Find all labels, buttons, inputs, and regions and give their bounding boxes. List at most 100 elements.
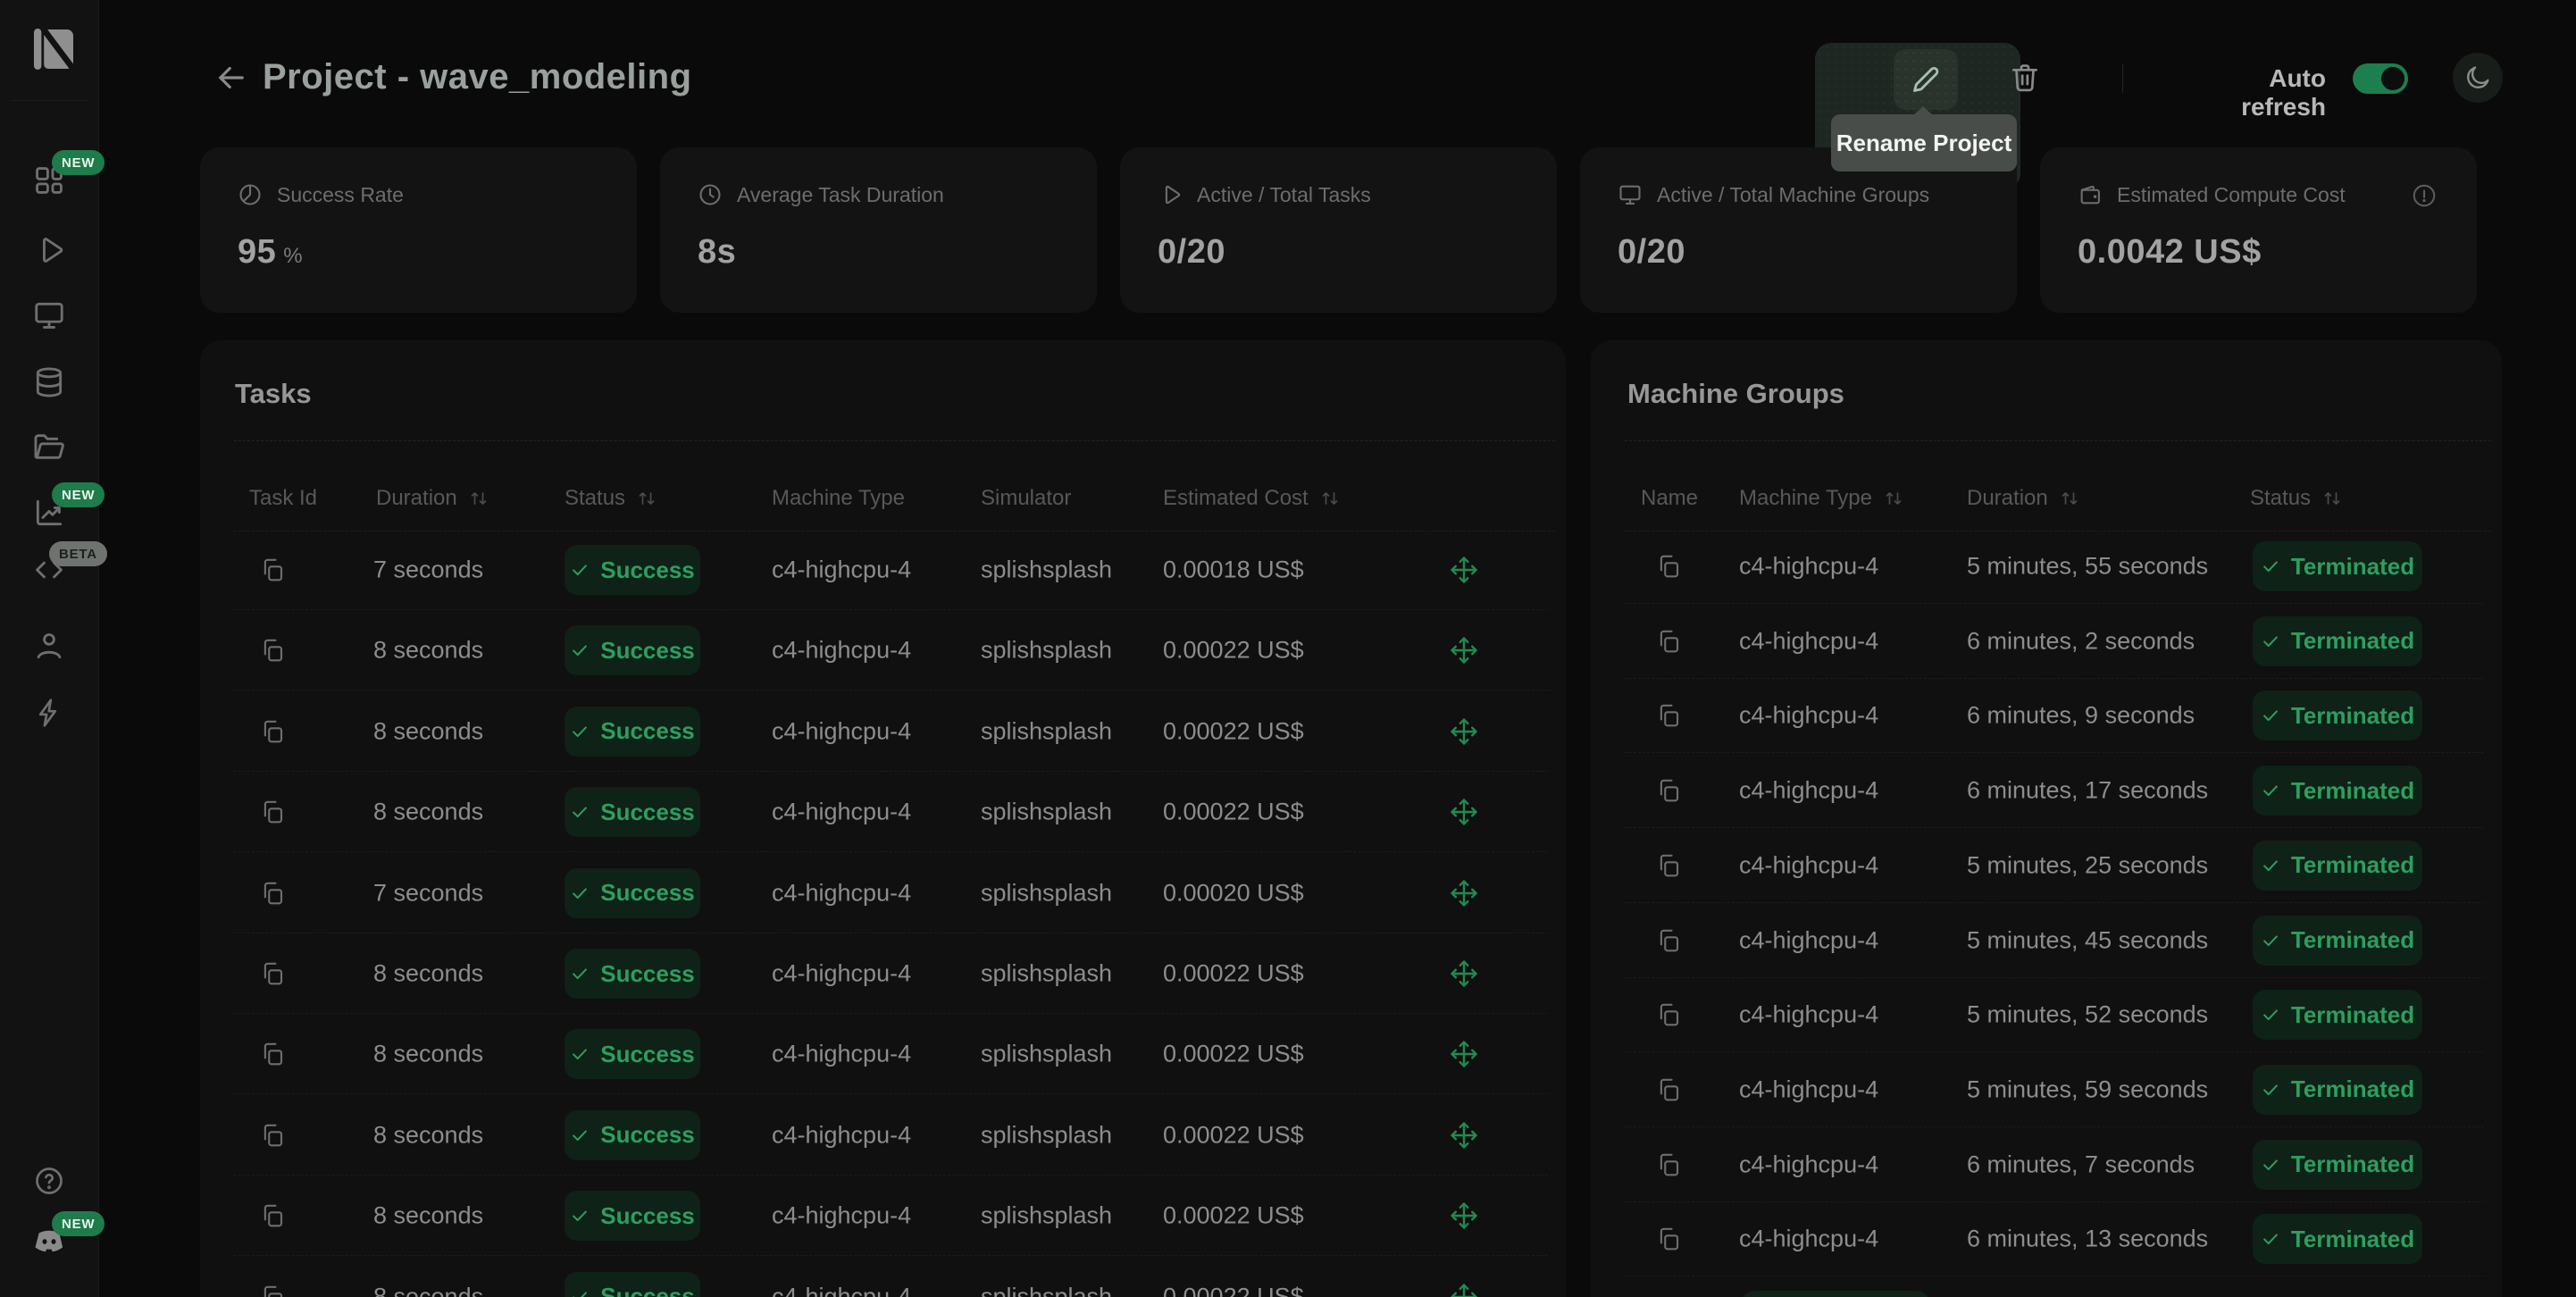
check-icon — [570, 1206, 590, 1226]
task-row[interactable]: 7 seconds Success c4-highcpu-4 splishspl… — [200, 853, 1566, 933]
machine-duration: 5 minutes, 25 seconds — [1967, 851, 2208, 879]
alert-circle-icon[interactable] — [2411, 182, 2438, 209]
back-button[interactable] — [213, 59, 250, 96]
copy-task-id-button[interactable] — [259, 960, 286, 987]
copy-task-id-button[interactable] — [259, 718, 286, 745]
task-row[interactable]: 8 seconds Success c4-highcpu-4 splishspl… — [200, 772, 1566, 852]
col-simulator: Simulator — [981, 486, 1071, 511]
copy-task-id-button[interactable] — [259, 880, 286, 907]
task-machine-type: c4-highcpu-4 — [772, 1121, 911, 1149]
task-machine-type: c4-highcpu-4 — [772, 637, 911, 665]
move-arrows-icon[interactable] — [1449, 1039, 1479, 1069]
col-machine-type[interactable]: Machine Type — [1739, 486, 1904, 511]
auto-refresh-toggle[interactable] — [2353, 63, 2408, 94]
tasks-table-header: Task Id Duration Status Machine Type Sim… — [200, 465, 1566, 531]
col-status[interactable]: Status — [565, 486, 657, 511]
sort-icon — [468, 488, 489, 509]
move-arrows-icon[interactable] — [1449, 797, 1479, 827]
rename-project-button[interactable] — [1894, 49, 1958, 110]
wallet-icon — [2078, 182, 2103, 207]
stat-value: 0/20 — [1158, 233, 1225, 272]
inductiva-logo[interactable] — [32, 23, 79, 75]
machine-group-row[interactable]: c4-highcpu-4 6 minutes, 17 seconds Termi… — [1591, 753, 2502, 828]
copy-task-id-button[interactable] — [259, 1122, 286, 1149]
task-row[interactable]: 8 seconds Success c4-highcpu-4 splishspl… — [200, 933, 1566, 1014]
sidebar-item-tasks[interactable] — [0, 232, 98, 268]
status-badge: Terminated — [2253, 766, 2422, 816]
copy-name-button[interactable] — [1655, 702, 1682, 729]
task-machine-type: c4-highcpu-4 — [772, 717, 911, 745]
sort-icon — [2059, 488, 2080, 509]
machine-group-row[interactable]: c4-highcpu-4 5 minutes, 25 seconds Termi… — [1591, 828, 2502, 903]
task-row[interactable]: 8 seconds Success c4-highcpu-4 splishspl… — [200, 691, 1566, 772]
copy-name-button[interactable] — [1655, 927, 1682, 954]
copy-task-id-button[interactable] — [259, 637, 286, 664]
copy-task-id-button[interactable] — [259, 1041, 286, 1067]
copy-name-button[interactable] — [1655, 777, 1682, 804]
col-duration[interactable]: Duration — [376, 486, 489, 511]
sidebar-item-account[interactable] — [0, 628, 98, 664]
copy-name-button[interactable] — [1655, 1151, 1682, 1178]
move-arrows-icon[interactable] — [1449, 878, 1479, 908]
theme-toggle-button[interactable] — [2453, 53, 2503, 103]
beta-badge: BETA — [49, 541, 107, 566]
check-icon — [2261, 781, 2280, 800]
move-arrows-icon[interactable] — [1449, 555, 1479, 585]
copy-task-id-button[interactable] — [259, 799, 286, 825]
task-duration: 8 seconds — [373, 1121, 483, 1149]
machine-duration: 6 minutes, 13 seconds — [1967, 1226, 2208, 1253]
sidebar-item-storage[interactable] — [0, 364, 98, 400]
delete-project-button[interactable] — [2008, 61, 2042, 95]
task-row[interactable]: 7 seconds Success c4-highcpu-4 splishspl… — [200, 530, 1566, 610]
task-simulator: splishsplash — [981, 717, 1112, 745]
copy-name-button[interactable] — [1655, 628, 1682, 655]
task-duration: 7 seconds — [373, 879, 483, 907]
machine-type: c4-highcpu-4 — [1739, 1075, 1878, 1103]
machine-group-row[interactable]: c4-highcpu-4 5 minutes, 55 seconds Termi… — [1591, 529, 2502, 604]
machine-group-row[interactable]: c4-highcpu-4 6 minutes, 9 seconds Termin… — [1591, 678, 2502, 753]
task-row[interactable]: 8 seconds Success c4-highcpu-4 splishspl… — [200, 610, 1566, 690]
moon-icon — [2463, 63, 2492, 92]
copy-name-button[interactable] — [1655, 1076, 1682, 1103]
help-circle-icon — [33, 1165, 65, 1197]
machine-group-row[interactable]: c4-highcpu-4 6 minutes, 7 seconds Termin… — [1591, 1127, 2502, 1202]
copy-name-button[interactable] — [1655, 1001, 1682, 1028]
task-estimated-cost: 0.00022 US$ — [1163, 1041, 1304, 1068]
move-arrows-icon[interactable] — [1449, 1120, 1479, 1151]
col-estimated-cost[interactable]: Estimated Cost — [1163, 486, 1341, 511]
trash-icon — [2008, 61, 2042, 95]
copy-task-id-button[interactable] — [259, 556, 286, 583]
copy-task-id-button[interactable] — [259, 1284, 286, 1297]
copy-name-button[interactable] — [1655, 553, 1682, 580]
sidebar-item-machine-groups[interactable] — [0, 297, 98, 333]
machine-group-row[interactable]: c4-highcpu-4 5 minutes, 52 seconds Termi… — [1591, 977, 2502, 1052]
machine-group-row[interactable]: c4-highcpu-4 5 minutes, 59 seconds Termi… — [1591, 1052, 2502, 1127]
status-badge: Success — [565, 545, 700, 595]
move-arrows-icon[interactable] — [1449, 1282, 1479, 1297]
copy-name-button[interactable] — [1655, 852, 1682, 879]
task-row[interactable]: 8 seconds Success c4-highcpu-4 splishspl… — [200, 1095, 1566, 1176]
task-simulator: splishsplash — [981, 799, 1112, 826]
status-badge: Terminated — [2253, 616, 2422, 666]
sidebar-item-quick-actions[interactable] — [0, 695, 98, 731]
move-arrows-icon[interactable] — [1449, 635, 1479, 665]
sidebar-item-projects[interactable] — [0, 429, 98, 464]
task-row[interactable]: 8 seconds Success c4-highcpu-4 splishspl… — [200, 1176, 1566, 1256]
col-status[interactable]: Status — [2250, 486, 2343, 511]
task-row[interactable]: 8 seconds Success c4-highcpu-4 splishspl… — [200, 1014, 1566, 1094]
move-arrows-icon[interactable] — [1449, 958, 1479, 989]
task-row[interactable]: 8 seconds Success c4-highcpu-4 splishspl… — [200, 1257, 1566, 1297]
move-arrows-icon[interactable] — [1449, 716, 1479, 747]
copy-name-button[interactable] — [1655, 1226, 1682, 1252]
machine-group-row[interactable]: c4-highcpu-4 6 minutes, 2 seconds Termin… — [1591, 604, 2502, 679]
copy-icon — [259, 1284, 286, 1297]
machine-group-row[interactable]: c4-highcpu-4 5 minutes, 45 seconds Termi… — [1591, 903, 2502, 978]
col-duration[interactable]: Duration — [1967, 486, 2080, 511]
copy-task-id-button[interactable] — [259, 1202, 286, 1229]
machine-group-row[interactable]: c4-highcpu-4 6 minutes, 13 seconds Termi… — [1591, 1201, 2502, 1276]
task-machine-type: c4-highcpu-4 — [772, 1202, 911, 1230]
machine-groups-title: Machine Groups — [1627, 378, 1844, 410]
task-duration: 8 seconds — [373, 1041, 483, 1068]
move-arrows-icon[interactable] — [1449, 1201, 1479, 1231]
sidebar-item-help[interactable] — [0, 1163, 98, 1199]
